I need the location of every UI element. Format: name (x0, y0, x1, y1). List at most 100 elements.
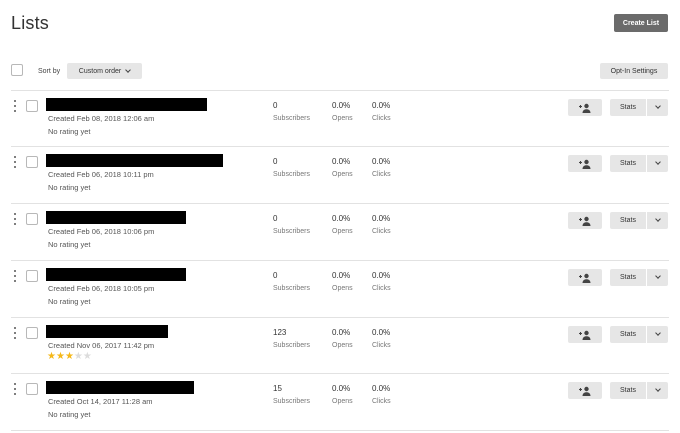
add-subscriber-icon (579, 273, 591, 283)
star-icon: ★ (82, 351, 92, 362)
divider (11, 317, 669, 318)
clicks-stat: 0.0% Clicks (372, 271, 391, 292)
row-checkbox[interactable] (26, 213, 38, 225)
clicks-label: Clicks (372, 115, 391, 122)
drag-handle-icon[interactable] (13, 383, 16, 395)
list-name-redacted[interactable] (46, 211, 186, 224)
divider (11, 373, 669, 374)
subscribers-stat: 15 Subscribers (273, 384, 310, 405)
row-checkbox[interactable] (26, 383, 38, 395)
stats-button[interactable]: Stats (610, 382, 646, 399)
list-name-redacted[interactable] (46, 325, 168, 338)
create-list-button[interactable]: Create List (614, 14, 668, 32)
drag-handle-icon[interactable] (13, 156, 16, 168)
add-subscriber-icon (579, 386, 591, 396)
row-checkbox[interactable] (26, 100, 38, 112)
rating-text: No rating yet (48, 240, 91, 249)
drag-handle-icon[interactable] (13, 327, 16, 339)
stats-dropdown-button[interactable] (647, 326, 668, 343)
row-checkbox[interactable] (26, 156, 38, 168)
subscribers-stat: 0 Subscribers (273, 271, 310, 292)
add-subscriber-button[interactable] (568, 269, 602, 286)
clicks-stat: 0.0% Clicks (372, 157, 391, 178)
add-subscriber-button[interactable] (568, 326, 602, 343)
chevron-down-icon (654, 216, 661, 222)
created-date: Created Nov 06, 2017 11:42 pm (48, 341, 155, 350)
stats-dropdown-button[interactable] (647, 212, 668, 229)
subscribers-count: 0 (273, 214, 278, 223)
add-subscriber-icon (579, 330, 591, 340)
stats-button[interactable]: Stats (610, 99, 646, 116)
clicks-stat: 0.0% Clicks (372, 384, 391, 405)
opens-stat: 0.0% Opens (332, 214, 353, 235)
chevron-down-icon (654, 159, 661, 165)
subscribers-stat: 0 Subscribers (273, 157, 310, 178)
list-row: Created Feb 06, 2018 10:11 pm No rating y… (0, 146, 680, 203)
opens-rate: 0.0% (332, 101, 351, 110)
list-name-redacted[interactable] (46, 268, 186, 281)
opens-label: Opens (332, 171, 353, 178)
divider (11, 90, 669, 91)
add-subscriber-icon (579, 159, 591, 169)
add-subscriber-icon (579, 103, 591, 113)
opens-rate: 0.0% (332, 384, 351, 393)
opens-rate: 0.0% (332, 271, 351, 280)
add-subscriber-icon (579, 216, 591, 226)
chevron-down-icon (654, 273, 661, 279)
drag-handle-icon[interactable] (13, 270, 16, 282)
stats-dropdown-button[interactable] (647, 99, 668, 116)
drag-handle-icon[interactable] (13, 100, 16, 112)
opens-rate: 0.0% (332, 328, 351, 337)
drag-handle-icon[interactable] (13, 213, 16, 225)
clicks-rate: 0.0% (372, 214, 391, 223)
chevron-down-icon (654, 103, 661, 109)
created-date: Created Feb 06, 2018 10:05 pm (48, 284, 155, 293)
clicks-label: Clicks (372, 228, 391, 235)
opens-label: Opens (332, 398, 353, 405)
subscribers-count: 123 (273, 328, 287, 337)
stats-button[interactable]: Stats (610, 155, 646, 172)
add-subscriber-button[interactable] (568, 382, 602, 399)
list-name-redacted[interactable] (46, 98, 207, 111)
clicks-label: Clicks (372, 398, 391, 405)
opens-stat: 0.0% Opens (332, 384, 353, 405)
subscribers-label: Subscribers (273, 398, 310, 405)
list-row: Created Oct 14, 2017 11:28 am No rating y… (0, 373, 680, 430)
select-all-checkbox[interactable] (11, 64, 23, 76)
opens-label: Opens (332, 342, 353, 349)
subscribers-count: 0 (273, 101, 278, 110)
created-date: Created Feb 08, 2018 12:06 am (48, 114, 155, 123)
chevron-down-icon (654, 386, 661, 392)
subscribers-label: Subscribers (273, 342, 310, 349)
list-name-redacted[interactable] (46, 381, 194, 394)
subscribers-label: Subscribers (273, 171, 310, 178)
list-row: Created Feb 06, 2018 10:05 pm No rating y… (0, 260, 680, 317)
add-subscriber-button[interactable] (568, 155, 602, 172)
clicks-rate: 0.0% (372, 101, 391, 110)
opens-stat: 0.0% Opens (332, 157, 353, 178)
list-name-redacted[interactable] (46, 154, 223, 167)
chevron-down-icon (654, 330, 661, 336)
divider (11, 146, 669, 147)
sort-select[interactable]: Custom order (67, 63, 142, 79)
stats-dropdown-button[interactable] (647, 155, 668, 172)
star-icon: ★ (47, 351, 56, 362)
stats-dropdown-button[interactable] (647, 269, 668, 286)
star-icon: ★ (73, 351, 83, 362)
clicks-label: Clicks (372, 171, 391, 178)
opens-stat: 0.0% Opens (332, 101, 353, 122)
divider (11, 430, 669, 431)
clicks-stat: 0.0% Clicks (372, 214, 391, 235)
stats-button[interactable]: Stats (610, 326, 646, 343)
stats-dropdown-button[interactable] (647, 382, 668, 399)
stats-button[interactable]: Stats (610, 212, 646, 229)
add-subscriber-button[interactable] (568, 212, 602, 229)
add-subscriber-button[interactable] (568, 99, 602, 116)
subscribers-count: 15 (273, 384, 282, 393)
rating-text: No rating yet (48, 183, 91, 192)
optin-settings-button[interactable]: Opt-In Settings (600, 63, 668, 79)
stats-button[interactable]: Stats (610, 269, 646, 286)
row-checkbox[interactable] (26, 270, 38, 282)
list-row: Created Feb 06, 2018 10:06 pm No rating y… (0, 203, 680, 260)
row-checkbox[interactable] (26, 327, 38, 339)
